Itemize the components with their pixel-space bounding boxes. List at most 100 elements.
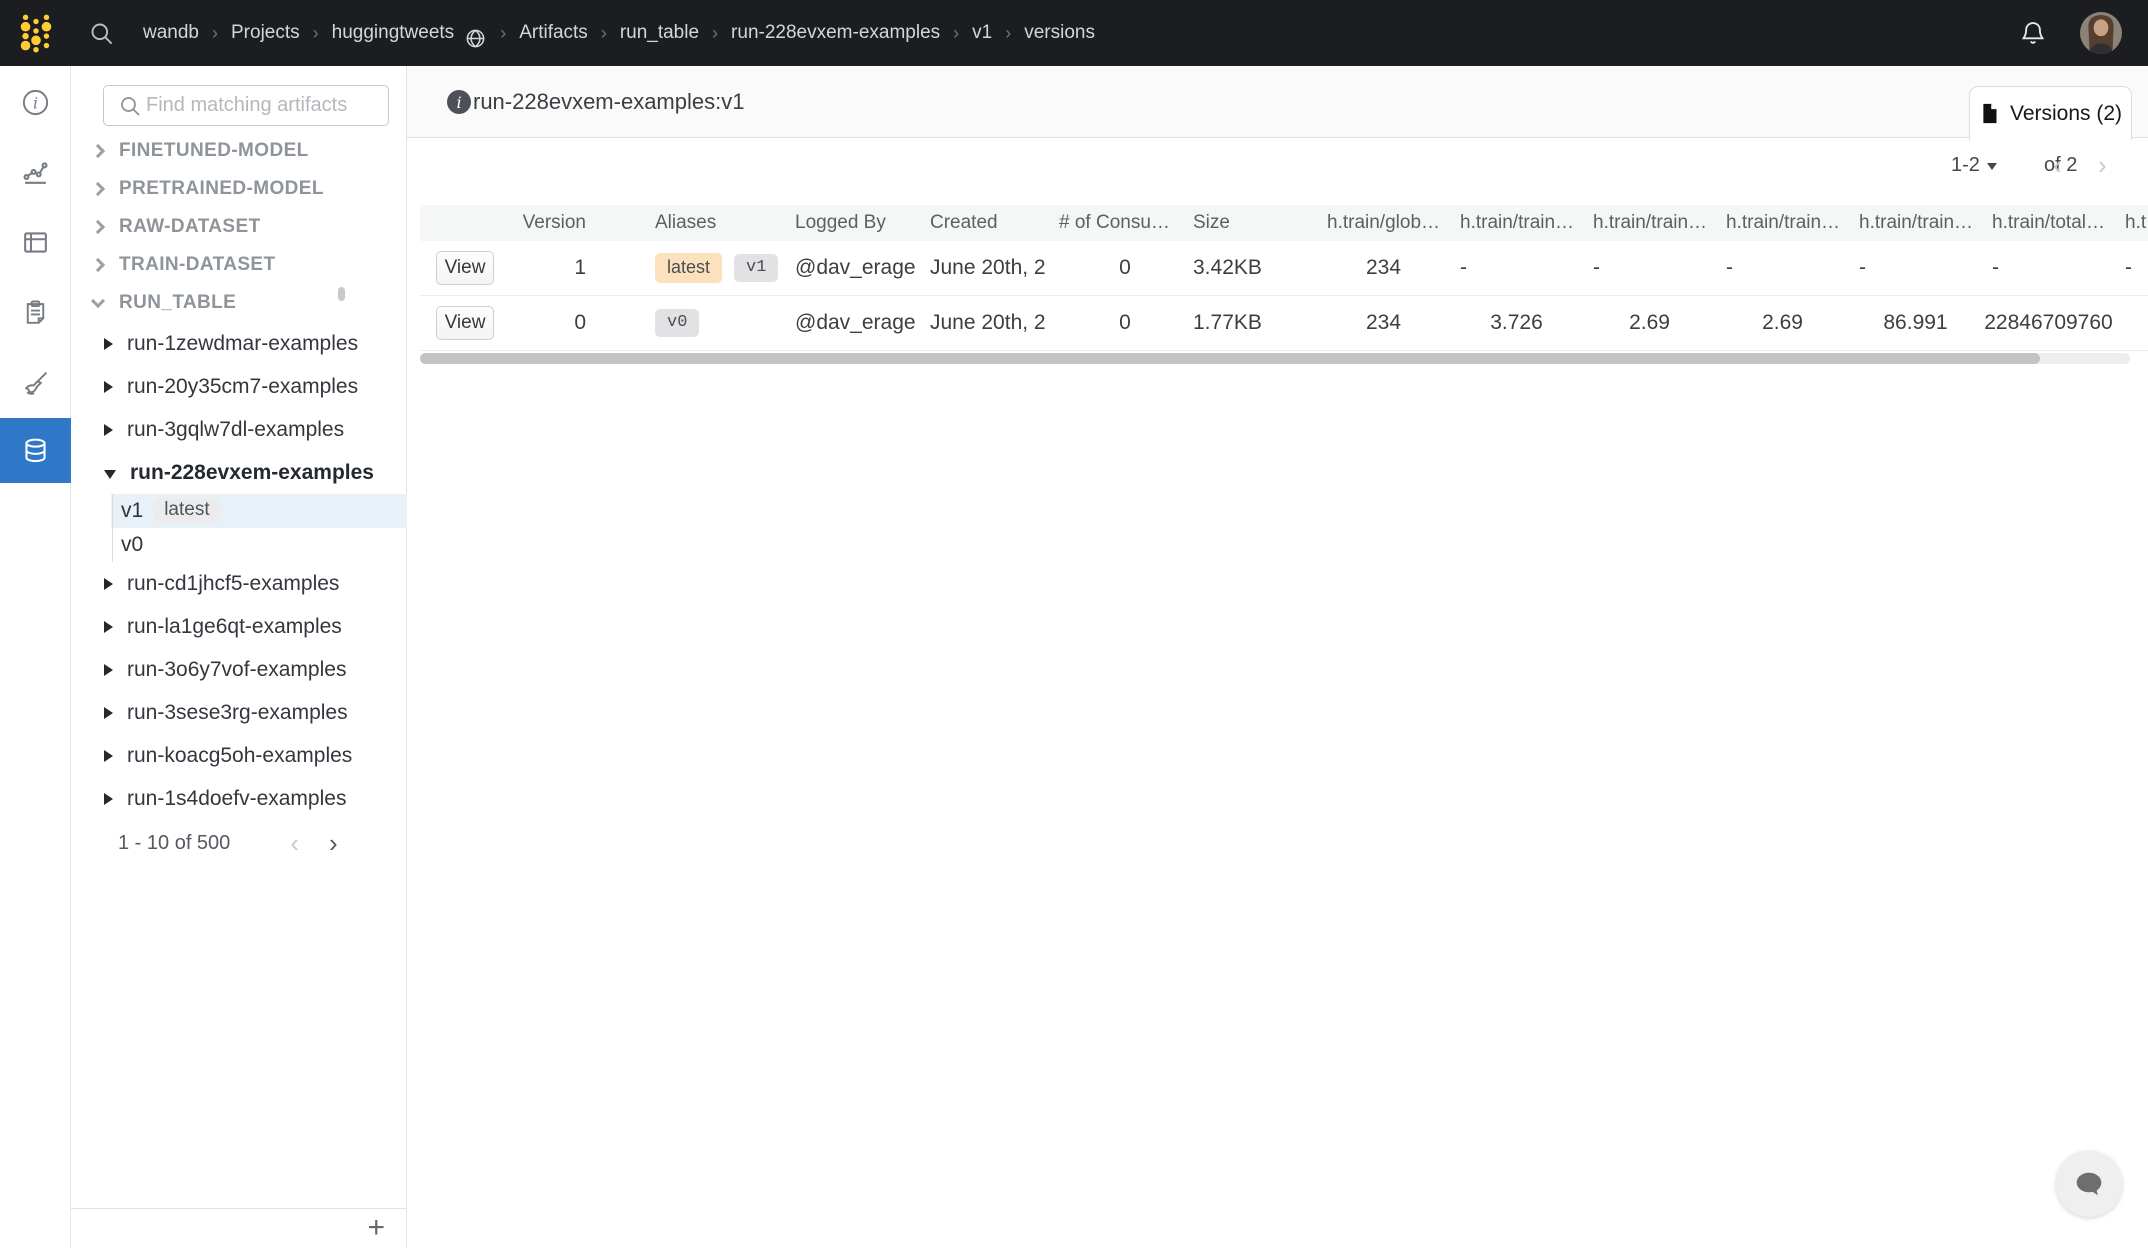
breadcrumb-wandb[interactable]: wandb [143,22,199,44]
tree-run-item[interactable]: run-20y35cm7-examples [71,365,407,408]
cell-clipped: - [2115,256,2148,280]
sidebar-prev-page-button[interactable]: ‹ [290,830,299,856]
section-label: FINETUNED-MODEL [119,140,309,162]
column-header-h-train-3[interactable]: h.train/train… [1716,212,1849,234]
add-artifact-button[interactable]: + [367,1211,385,1245]
rows-range-dropdown[interactable]: 1-2 [1951,154,1997,177]
view-button[interactable]: View [436,306,494,340]
search-icon [118,94,142,118]
tree-section-run-table[interactable]: RUN_TABLE [71,284,407,322]
run-label: run-la1ge6qt-examples [127,615,342,639]
column-header-h-train-4[interactable]: h.train/train… [1849,212,1982,234]
column-header-size[interactable]: Size [1191,212,1317,234]
tree-run-item[interactable]: run-koacg5oh-examples [71,734,407,777]
caret-down-icon [1987,163,1997,170]
sidebar-scrollbar-thumb[interactable] [338,287,345,301]
column-header-h-train-2[interactable]: h.train/train… [1583,212,1716,234]
version-label: v1 [121,499,143,523]
column-header-h-train-total[interactable]: h.train/total… [1982,212,2115,234]
tab-versions[interactable]: Versions (2) [1969,86,2132,140]
section-label: PRETRAINED-MODEL [119,178,324,200]
tree-run-item[interactable]: run-1s4doefv-examples [71,777,407,820]
breadcrumb-artifact-type[interactable]: run_table [620,22,699,44]
main-content: i run-228evxem-examples:v1 Versions (2) … [407,66,2148,1248]
globe-icon [464,27,487,50]
sidebar-footer: + [71,1208,407,1248]
help-chat-button[interactable] [2056,1151,2122,1217]
cell-h-train-1: 3.726 [1450,311,1583,335]
sweeps-broom-icon[interactable] [0,351,71,415]
cell-h-train-global: 234 [1317,311,1450,335]
run-label: run-cd1jhcf5-examples [127,572,339,596]
breadcrumb-project-name[interactable]: huggingtweets [332,22,455,44]
chevron-right-icon [91,258,105,272]
tree-run-item[interactable]: run-1zewdmar-examples [71,322,407,365]
column-header-h-train-global[interactable]: h.train/glob… [1317,212,1450,234]
tree-run-item[interactable]: run-3o6y7vof-examples [71,648,407,691]
cell-size: 3.42KB [1191,256,1317,280]
triangle-down-icon [104,470,116,479]
cell-logged-by: @dav_erage [790,256,930,280]
column-header-version[interactable]: Version [510,212,606,234]
view-button[interactable]: View [436,251,494,285]
chevron-right-icon [91,220,105,234]
artifact-search-box [103,85,389,126]
run-label: run-3gqlw7dl-examples [127,418,344,442]
breadcrumb-artifacts[interactable]: Artifacts [519,22,588,44]
breadcrumb-separator: › [953,23,959,44]
table-prev-page-button[interactable]: ‹ [2053,150,2062,181]
user-avatar[interactable] [2080,12,2122,54]
wandb-logo-icon[interactable] [14,10,58,56]
breadcrumb-version[interactable]: v1 [972,22,992,44]
table-horizontal-scrollbar-thumb[interactable] [420,353,2040,364]
nav-rail: i [0,66,71,1248]
top-navbar: wandb › Projects › huggingtweets › Artif… [0,0,2148,66]
breadcrumb-separator: › [601,23,607,44]
tab-versions-label: Versions (2) [2010,102,2122,126]
tree-run-item[interactable]: run-3sese3rg-examples [71,691,407,734]
column-header-h-train-1[interactable]: h.train/train… [1450,212,1583,234]
overview-info-icon[interactable]: i [0,70,71,134]
column-header-aliases[interactable]: Aliases [606,212,790,234]
notifications-bell-icon[interactable] [2018,18,2048,48]
logs-clipboard-icon[interactable] [0,280,71,344]
tree-section-train-dataset[interactable]: TRAIN-DATASET [71,246,407,284]
sidebar-pagination-label: 1 - 10 of 500 [118,832,230,855]
info-icon[interactable]: i [447,90,471,114]
cell-consumers: 0 [1059,311,1191,335]
triangle-right-icon [104,381,113,393]
artifacts-database-icon[interactable] [0,418,71,483]
run-label: run-3o6y7vof-examples [127,658,346,682]
column-header-created[interactable]: Created [930,212,1059,234]
table-next-page-button[interactable]: › [2098,150,2107,181]
breadcrumb-projects[interactable]: Projects [231,22,300,44]
tree-run-item[interactable]: run-3gqlw7dl-examples [71,408,407,451]
cell-created: June 20th, 2 [930,311,1059,335]
tree-section-raw-dataset[interactable]: RAW-DATASET [71,208,407,246]
sidebar-next-page-button[interactable]: › [329,830,338,856]
triangle-right-icon [104,793,113,805]
tree-run-item[interactable]: run-la1ge6qt-examples [71,605,407,648]
tables-icon[interactable] [0,210,71,274]
alias-badge-version: v1 [734,254,778,282]
charts-icon[interactable] [0,140,71,204]
section-label: RUN_TABLE [119,292,236,314]
run-label: run-20y35cm7-examples [127,375,358,399]
section-label: TRAIN-DATASET [119,254,275,276]
search-icon[interactable] [88,20,115,47]
tree-run-item-selected[interactable]: run-228evxem-examples [71,451,407,494]
version-item-v1[interactable]: v1 latest [111,494,407,528]
column-header-clipped[interactable]: h.t [2115,212,2148,234]
breadcrumb-separator: › [500,23,506,44]
artifact-tree: FINETUNED-MODEL PRETRAINED-MODEL RAW-DAT… [71,132,407,866]
artifact-search-input[interactable] [146,94,388,117]
version-item-v0[interactable]: v0 [71,528,407,562]
tree-run-item[interactable]: run-cd1jhcf5-examples [71,562,407,605]
triangle-right-icon [104,338,113,350]
column-header-consumers[interactable]: # of Consu… [1059,212,1191,234]
tree-section-finetuned-model[interactable]: FINETUNED-MODEL [71,132,407,170]
breadcrumb-artifact-name[interactable]: run-228evxem-examples [731,22,940,44]
column-header-logged-by[interactable]: Logged By [790,212,930,234]
run-label: run-koacg5oh-examples [127,744,352,768]
tree-section-pretrained-model[interactable]: PRETRAINED-MODEL [71,170,407,208]
